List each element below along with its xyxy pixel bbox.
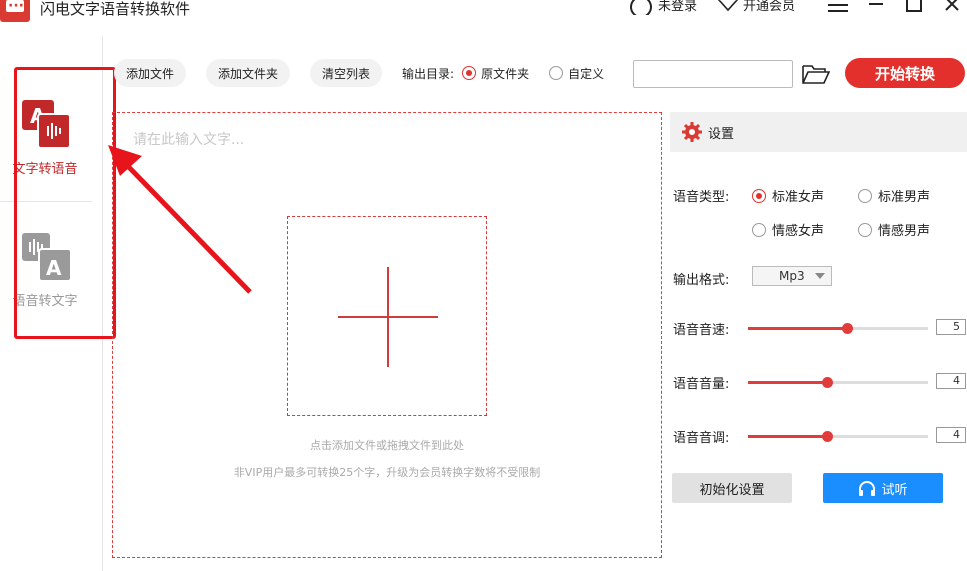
volume-value-input[interactable]: 4 <box>936 373 966 389</box>
start-convert-button[interactable]: 开始转换 <box>845 58 965 88</box>
speed-value-input[interactable]: 5 <box>936 319 966 335</box>
user-icon <box>629 0 652 15</box>
add-folder-button[interactable]: 添加文件夹 <box>206 59 291 87</box>
output-dir-label: 输出目录: <box>402 66 455 81</box>
vip-limit-hint: 非VIP用户最多可转换25个字，升级为会员转换字数将不受限制 <box>233 466 541 479</box>
voice-option-label: 情感男声 <box>878 224 931 239</box>
menu-button[interactable] <box>823 0 853 16</box>
voice-type-label: 语音类型: <box>673 190 730 205</box>
slider-handle[interactable] <box>822 431 834 442</box>
radio-indicator[interactable] <box>858 222 872 237</box>
settings-title: 设置 <box>708 126 735 142</box>
vip-link[interactable]: 开通会员 <box>717 0 795 14</box>
slider-handle[interactable] <box>842 323 853 334</box>
text-input-placeholder: 请在此输入文字... <box>133 132 245 148</box>
minimize-button[interactable] <box>861 0 891 16</box>
app-title: 闪电文字语音转换软件 <box>40 0 191 18</box>
app-logo-icon <box>0 0 30 22</box>
pitch-value-input[interactable]: 4 <box>936 427 966 443</box>
speed-slider[interactable] <box>748 323 928 334</box>
login-label: 未登录 <box>657 0 697 14</box>
output-path-input[interactable] <box>633 60 793 88</box>
close-button[interactable] <box>937 0 967 16</box>
voice-option-label: 标准男声 <box>878 190 931 205</box>
slider-fill <box>748 327 847 330</box>
settings-header: 设置 <box>670 112 967 152</box>
speed-label: 语音音速: <box>673 323 730 338</box>
radio-source-folder-label: 原文件夹 <box>481 66 530 81</box>
folder-open-icon <box>802 65 831 84</box>
volume-slider[interactable] <box>748 377 928 388</box>
reset-settings-button[interactable]: 初始化设置 <box>672 473 792 503</box>
chevron-down-icon <box>815 273 825 279</box>
voice-option-label: 标准女声 <box>772 190 825 205</box>
hamburger-icon <box>828 0 848 12</box>
radio-indicator[interactable] <box>549 66 564 80</box>
preview-listen-label: 试听 <box>881 482 908 498</box>
annotation-highlight-box <box>14 67 116 339</box>
close-icon <box>945 0 959 11</box>
output-format-value: Mp3 <box>779 269 805 283</box>
pitch-label: 语音音调: <box>673 431 730 446</box>
maximize-icon <box>906 0 922 12</box>
radio-custom-folder[interactable]: 自定义 <box>549 65 604 82</box>
gear-icon <box>682 122 702 142</box>
pitch-slider[interactable] <box>748 431 928 442</box>
voice-option-emotional-male[interactable]: 情感男声 <box>858 220 930 239</box>
vip-label: 开通会员 <box>742 0 795 14</box>
voice-option-standard-female[interactable]: 标准女声 <box>752 186 824 205</box>
slider-fill <box>748 435 828 438</box>
login-link[interactable]: 未登录 <box>628 0 697 15</box>
voice-option-standard-male[interactable]: 标准男声 <box>858 186 930 205</box>
slider-handle[interactable] <box>822 377 834 388</box>
browse-folder-button[interactable] <box>802 64 831 88</box>
voice-option-label: 情感女声 <box>772 224 825 239</box>
voice-option-emotional-female[interactable]: 情感女声 <box>752 220 824 239</box>
radio-source-folder[interactable]: 原文件夹 <box>462 65 529 82</box>
radio-selected-indicator[interactable] <box>752 188 766 203</box>
clear-list-button[interactable]: 清空列表 <box>310 59 383 87</box>
maximize-button[interactable] <box>899 0 929 16</box>
slider-fill <box>748 381 828 384</box>
output-format-label: 输出格式: <box>673 273 730 288</box>
toolbar: 添加文件 添加文件夹 清空列表 输出目录: 原文件夹 自定义 <box>114 58 624 88</box>
title-bar: 闪电文字语音转换软件 未登录 开通会员 <box>0 0 967 36</box>
plus-icon-vertical <box>387 267 389 367</box>
headphones-icon <box>859 481 876 496</box>
diamond-icon <box>717 0 739 12</box>
minimize-icon <box>869 3 883 5</box>
text-input-area[interactable]: 请在此输入文字... 点击添加文件或拖拽文件到此处 非VIP用户最多可转换25个… <box>112 112 662 558</box>
preview-listen-button[interactable]: 试听 <box>823 473 943 503</box>
output-format-select[interactable]: Mp3 <box>752 266 832 286</box>
add-file-button[interactable]: 添加文件 <box>114 59 187 87</box>
add-file-drop-zone[interactable] <box>287 216 487 416</box>
radio-selected-indicator[interactable] <box>462 66 477 80</box>
radio-indicator[interactable] <box>858 188 872 203</box>
title-bar-actions: 未登录 开通会员 <box>628 0 967 16</box>
volume-label: 语音音量: <box>673 377 730 392</box>
drop-hint: 点击添加文件或拖拽文件到此处 <box>310 439 464 452</box>
radio-custom-folder-label: 自定义 <box>568 66 605 81</box>
radio-indicator[interactable] <box>752 222 766 237</box>
